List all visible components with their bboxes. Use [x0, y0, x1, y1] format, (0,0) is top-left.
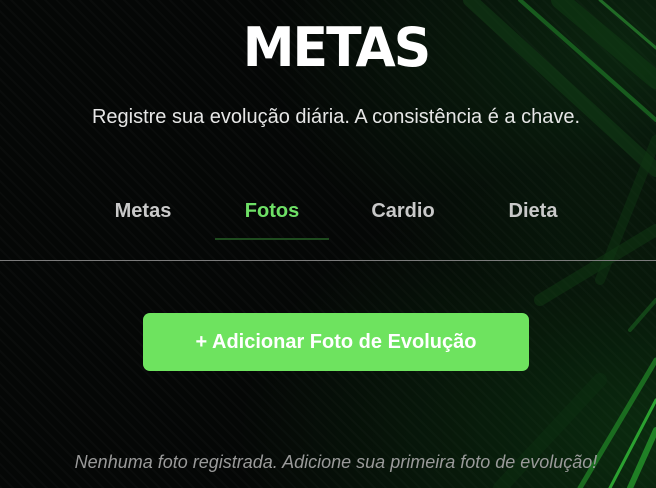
tab-divider: [0, 260, 656, 261]
tab-cardio[interactable]: Cardio: [348, 186, 458, 238]
goals-page: METAS Registre sua evolução diária. A co…: [0, 0, 656, 488]
tab-metas[interactable]: Metas: [88, 186, 198, 238]
empty-photos-message: Nenhuma foto registrada. Adicione sua pr…: [74, 452, 598, 472]
tab-dieta[interactable]: Dieta: [478, 186, 588, 238]
page-title: METAS: [242, 16, 431, 80]
page-subtitle: Registre sua evolução diária. A consistê…: [91, 106, 581, 128]
tab-fotos[interactable]: Fotos: [215, 186, 329, 240]
add-evolution-photo-button[interactable]: + Adicionar Foto de Evolução: [143, 313, 529, 371]
